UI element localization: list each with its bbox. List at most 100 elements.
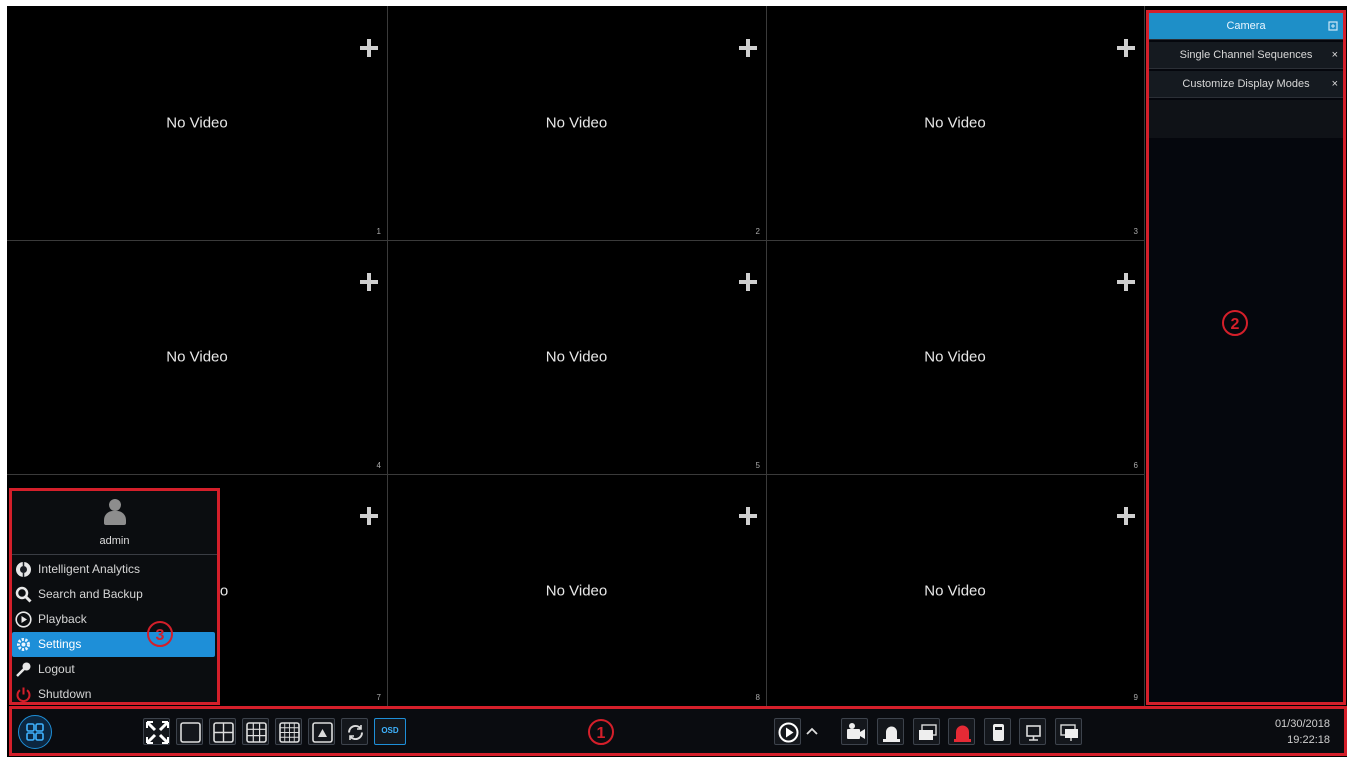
tab-single-channel-sequences[interactable]: Single Channel Sequences × bbox=[1149, 42, 1343, 69]
monitor-icon bbox=[1026, 725, 1041, 741]
menu-item-label: Playback bbox=[38, 612, 87, 626]
start-menu: admin Intelligent Analytics Search and B… bbox=[9, 488, 220, 705]
tab-customize-display-modes[interactable]: Customize Display Modes × bbox=[1149, 71, 1343, 98]
tab-camera[interactable]: Camera bbox=[1149, 13, 1343, 40]
video-cell-4[interactable]: No Video 4 bbox=[7, 240, 387, 474]
channel-number: 6 bbox=[1133, 461, 1138, 470]
menu-item-label: Shutdown bbox=[38, 687, 92, 701]
nine-screen-icon bbox=[246, 722, 267, 743]
search-icon bbox=[15, 586, 32, 603]
play-icon bbox=[15, 611, 32, 628]
grid-divider bbox=[1144, 6, 1145, 706]
playback-button[interactable] bbox=[774, 718, 801, 745]
layout-4-button[interactable] bbox=[209, 718, 236, 745]
no-video-label: No Video bbox=[924, 348, 986, 366]
no-video-label: No Video bbox=[545, 348, 608, 366]
add-camera-icon[interactable] bbox=[360, 507, 378, 525]
channel-number: 7 bbox=[376, 693, 381, 702]
no-video-label: No Video bbox=[924, 582, 986, 600]
chevron-up-icon[interactable] bbox=[805, 724, 819, 738]
menu-item-shutdown[interactable]: Shutdown bbox=[12, 682, 215, 707]
bottom-taskbar: OSD 1 01/30/2018 19:22:18 bbox=[9, 706, 1347, 756]
menu-item-label: Settings bbox=[38, 637, 82, 651]
layout-1-button[interactable] bbox=[176, 718, 203, 745]
custom-layout-button[interactable] bbox=[308, 718, 335, 745]
start-button[interactable] bbox=[18, 715, 52, 749]
add-camera-icon[interactable] bbox=[360, 273, 378, 291]
osd-button[interactable]: OSD bbox=[374, 718, 406, 745]
menu-item-label: Search and Backup bbox=[38, 587, 143, 601]
siren-icon bbox=[954, 725, 971, 742]
no-video-label: No Video bbox=[166, 114, 228, 132]
panel-spacer bbox=[1149, 100, 1343, 138]
fullscreen-button[interactable] bbox=[143, 718, 170, 745]
menu-item-label: Logout bbox=[38, 662, 75, 676]
annotation-badge-2: 2 bbox=[1222, 310, 1248, 336]
power-icon bbox=[16, 687, 31, 702]
user-avatar-icon bbox=[104, 499, 126, 525]
tab-display-modes-label: Customize Display Modes bbox=[1182, 78, 1310, 90]
expand-icon[interactable] bbox=[1328, 13, 1338, 39]
layout-16-button[interactable] bbox=[275, 718, 302, 745]
video-cell-8[interactable]: No Video 8 bbox=[387, 474, 766, 706]
video-cell-5[interactable]: No Video 5 bbox=[387, 240, 766, 474]
single-screen-icon bbox=[180, 722, 201, 743]
start-menu-icon bbox=[26, 723, 44, 741]
channel-number: 4 bbox=[376, 461, 381, 470]
analytics-icon bbox=[16, 562, 31, 577]
add-camera-icon[interactable] bbox=[1117, 507, 1135, 525]
window-icon bbox=[919, 724, 937, 740]
tab-camera-label: Camera bbox=[1226, 20, 1266, 32]
add-camera-icon[interactable] bbox=[739, 39, 757, 57]
alarm-status-button[interactable] bbox=[877, 718, 904, 745]
storage-icon bbox=[993, 724, 1004, 741]
grid-divider bbox=[7, 474, 1145, 475]
menu-item-search-and-backup[interactable]: Search and Backup bbox=[12, 582, 215, 607]
fullscreen-icon bbox=[146, 721, 169, 744]
grid-divider bbox=[387, 6, 388, 706]
menu-item-playback[interactable]: Playback bbox=[12, 607, 215, 632]
channel-number: 2 bbox=[755, 227, 760, 236]
add-camera-icon[interactable] bbox=[739, 273, 757, 291]
no-video-label: No Video bbox=[545, 582, 608, 600]
sequence-button[interactable] bbox=[341, 718, 368, 745]
video-cell-1[interactable]: No Video 1 bbox=[7, 6, 387, 240]
layout-9-button[interactable] bbox=[242, 718, 269, 745]
camera-record-icon bbox=[847, 723, 865, 739]
play-circle-icon bbox=[778, 722, 799, 743]
manual-alarm-button[interactable] bbox=[948, 718, 975, 745]
no-video-label-partial: o bbox=[219, 582, 229, 600]
no-video-label: No Video bbox=[166, 348, 228, 366]
video-cell-9[interactable]: No Video 9 bbox=[766, 474, 1144, 706]
menu-item-settings[interactable]: Settings bbox=[12, 632, 215, 657]
close-icon[interactable]: × bbox=[1332, 42, 1338, 68]
right-side-panel: Camera Single Channel Sequences × Custom… bbox=[1146, 10, 1346, 705]
gear-icon bbox=[17, 638, 30, 651]
quad-screen-icon bbox=[213, 722, 234, 743]
user-name: admin bbox=[99, 535, 130, 547]
time-display: 19:22:18 bbox=[1287, 734, 1330, 746]
menu-item-logout[interactable]: Logout bbox=[12, 657, 215, 682]
add-camera-icon[interactable] bbox=[739, 507, 757, 525]
grid-divider bbox=[7, 240, 1145, 241]
osd-label: OSD bbox=[381, 726, 399, 735]
video-cell-3[interactable]: No Video 3 bbox=[766, 6, 1144, 240]
multi-monitor-icon bbox=[1060, 724, 1078, 741]
no-video-label: No Video bbox=[924, 114, 986, 132]
add-camera-icon[interactable] bbox=[1117, 273, 1135, 291]
add-camera-icon[interactable] bbox=[360, 39, 378, 57]
add-camera-icon[interactable] bbox=[1117, 39, 1135, 57]
annotation-badge-3: 3 bbox=[147, 621, 173, 647]
screen-switch-button[interactable] bbox=[1019, 718, 1046, 745]
channel-number: 9 bbox=[1133, 693, 1138, 702]
record-button[interactable] bbox=[841, 718, 868, 745]
video-cell-2[interactable]: No Video 2 bbox=[387, 6, 766, 240]
sixteen-screen-icon bbox=[279, 722, 300, 743]
grid-divider bbox=[766, 6, 767, 706]
menu-item-intelligent-analytics[interactable]: Intelligent Analytics bbox=[12, 557, 215, 582]
live-view-info-button[interactable] bbox=[1055, 718, 1082, 745]
video-cell-6[interactable]: No Video 6 bbox=[766, 240, 1144, 474]
disk-info-button[interactable] bbox=[913, 718, 940, 745]
backup-button[interactable] bbox=[984, 718, 1011, 745]
close-icon[interactable]: × bbox=[1332, 71, 1338, 97]
